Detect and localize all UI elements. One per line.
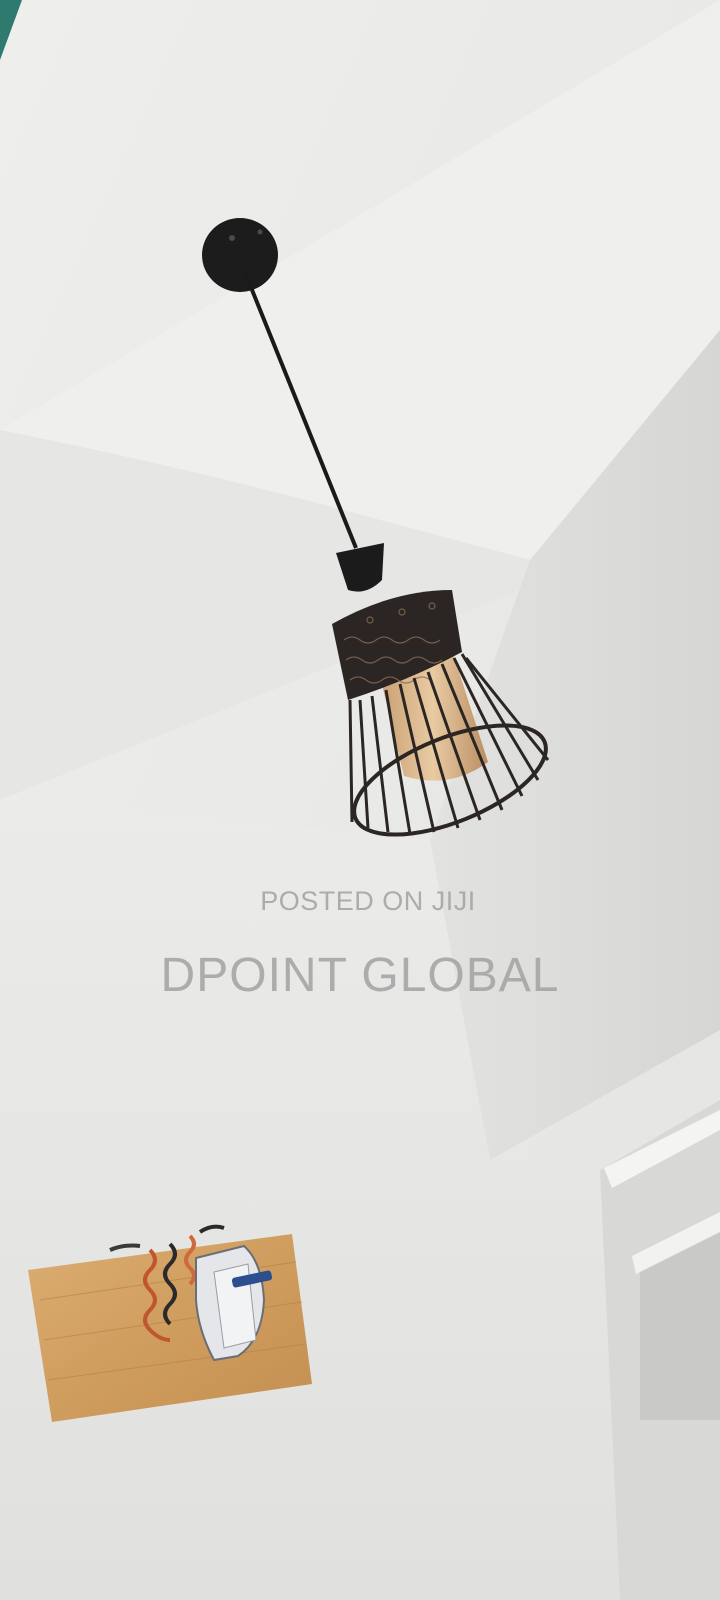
watermark-posted-on: POSTED ON JIJI [260, 886, 476, 916]
photo-scene: POSTED ON JIJI DPOINT GLOBAL [0, 0, 720, 1600]
watermark-seller: DPOINT GLOBAL [160, 949, 560, 1002]
ceiling-rose [202, 218, 278, 292]
photo-illustration [0, 0, 720, 1600]
rose-screw [229, 235, 235, 241]
rose-screw [257, 229, 263, 235]
